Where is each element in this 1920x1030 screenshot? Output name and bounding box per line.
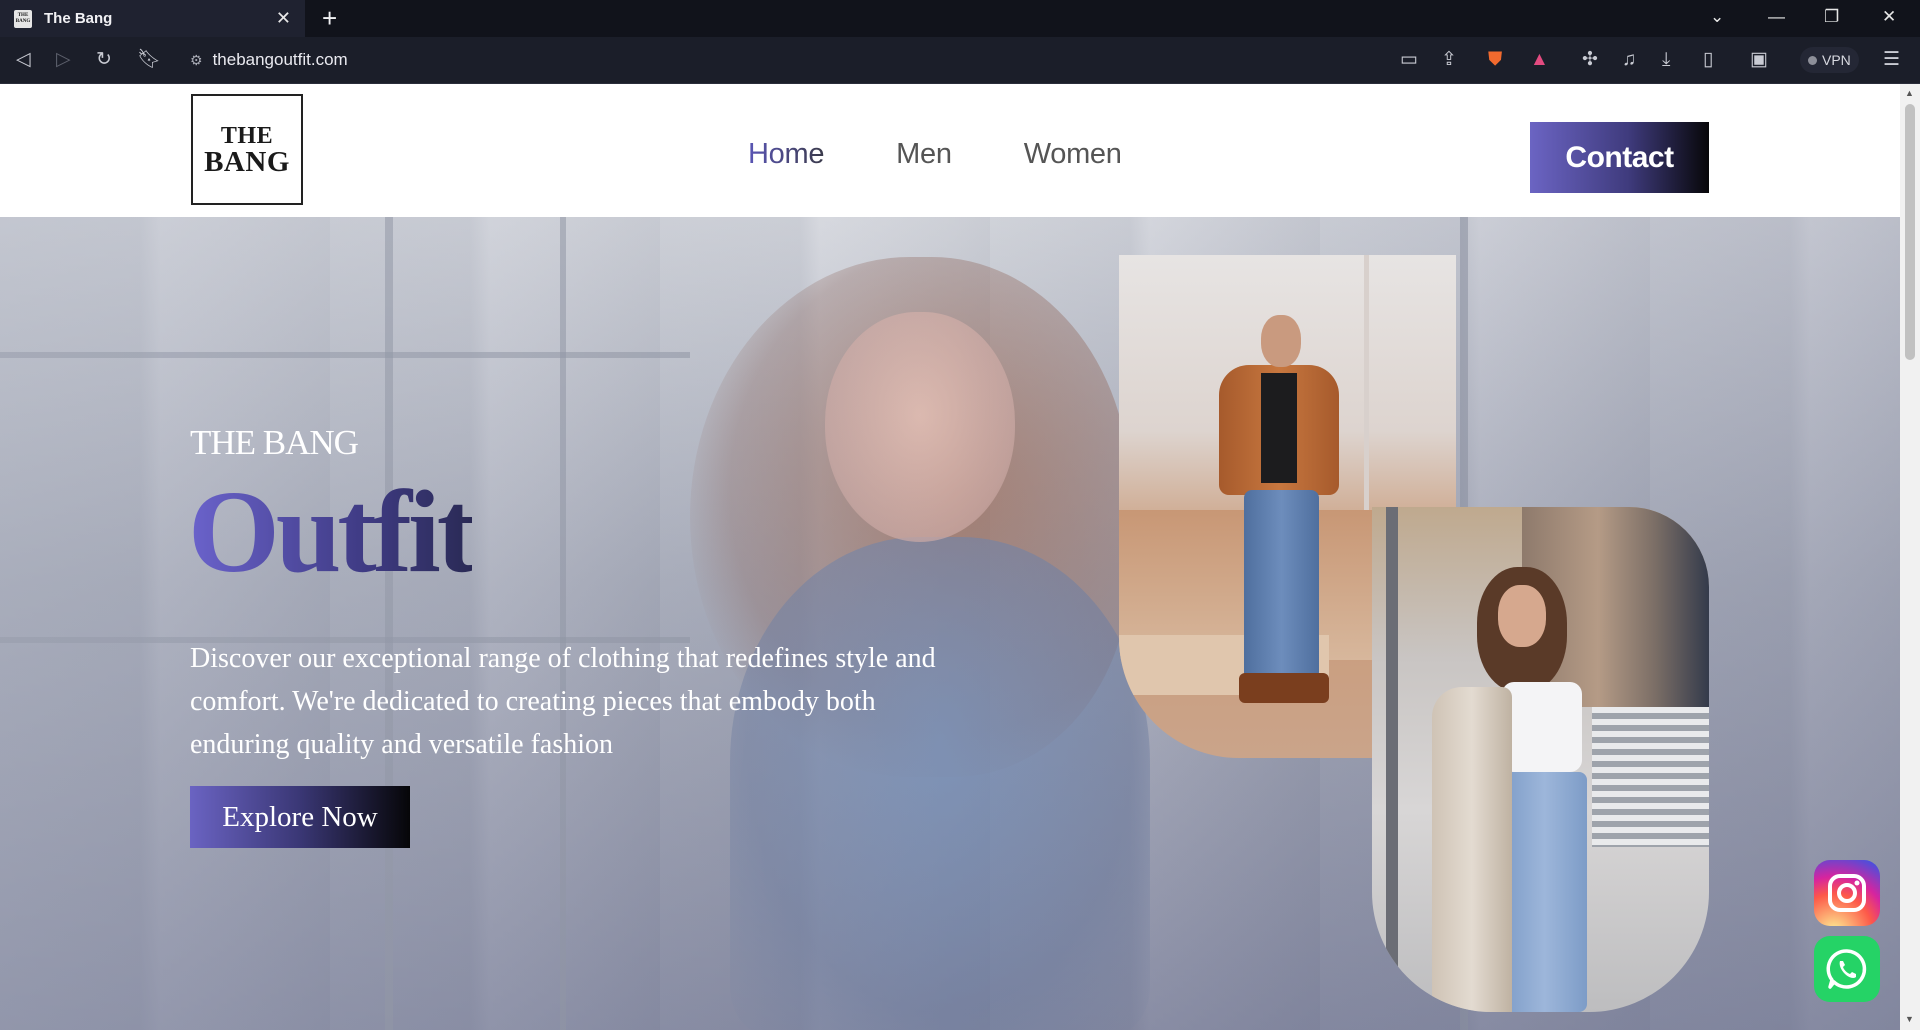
- vpn-label: VPN: [1822, 52, 1851, 68]
- browser-tab[interactable]: THE BANG The Bang ✕: [0, 0, 305, 37]
- site-logo[interactable]: THE BANG: [191, 94, 303, 205]
- logo-line-2: BANG: [204, 145, 290, 178]
- close-window-icon[interactable]: ✕: [1882, 7, 1896, 27]
- hero-description: Discover our exceptional range of clothi…: [190, 643, 936, 760]
- female-model-figure: [1432, 567, 1632, 1012]
- nav-link-men[interactable]: Men: [896, 138, 952, 171]
- cast-icon[interactable]: ▭: [1400, 49, 1418, 71]
- logo-line-1: THE: [220, 122, 274, 149]
- jeans-shape: [1502, 772, 1587, 1012]
- restore-icon[interactable]: ❐: [1824, 7, 1839, 27]
- scrollbar-thumb[interactable]: [1905, 104, 1915, 360]
- sidebar-icon[interactable]: ▯: [1703, 49, 1713, 71]
- share-icon[interactable]: ⇪: [1441, 49, 1457, 71]
- bookmark-icon[interactable]: 🔖︎: [137, 49, 161, 71]
- scroll-down-icon[interactable]: ▼: [1905, 1014, 1914, 1024]
- minimize-icon[interactable]: —: [1768, 7, 1785, 27]
- whatsapp-icon[interactable]: [1814, 936, 1880, 1002]
- site-info-icon[interactable]: ⚙: [190, 52, 203, 69]
- hero-title: Outfit: [188, 466, 476, 597]
- head-shape: [1261, 315, 1301, 367]
- browser-tab-bar: THE BANG The Bang ✕ + ⌄ — ❐ ✕: [0, 0, 1920, 37]
- women-fashion-photo: [1372, 507, 1709, 1012]
- site-header: THE BANG Home Men Women Contact: [0, 84, 1900, 217]
- vpn-button[interactable]: VPN: [1800, 47, 1859, 73]
- tab-title: The Bang: [44, 10, 113, 27]
- trench-coat-shape: [1432, 687, 1512, 1012]
- puzzle-icon[interactable]: ✣: [1582, 49, 1598, 71]
- address-bar[interactable]: ⚙ thebangoutfit.com: [180, 43, 1490, 77]
- photo-pole: [1386, 507, 1398, 1012]
- reload-icon[interactable]: ↻: [96, 49, 112, 71]
- vpn-status-icon: [1808, 55, 1817, 65]
- hero-section: THE BANG Outfit Discover our exceptional…: [0, 217, 1900, 1030]
- main-nav: Home Men Women: [748, 138, 1122, 171]
- page-viewport: THE BANG Home Men Women Contact THE BANG…: [0, 84, 1920, 1030]
- brave-rewards-icon[interactable]: ▲: [1530, 49, 1549, 71]
- page-scrollbar[interactable]: ▲ ▼: [1900, 84, 1920, 1030]
- new-tab-icon[interactable]: +: [322, 3, 337, 34]
- url-text: thebangoutfit.com: [212, 50, 348, 69]
- hamburger-menu-icon[interactable]: ☰: [1883, 49, 1900, 71]
- contact-button[interactable]: Contact: [1530, 122, 1709, 193]
- music-note-icon[interactable]: ♫: [1622, 49, 1636, 71]
- download-icon[interactable]: ⤓: [1662, 49, 1670, 71]
- face-shape: [1498, 585, 1546, 647]
- brave-shield-icon[interactable]: ⛊: [1488, 49, 1502, 71]
- forward-arrow-icon[interactable]: ▷: [56, 49, 71, 71]
- explore-now-button[interactable]: Explore Now: [190, 786, 410, 848]
- hero-kicker: THE BANG: [190, 423, 359, 462]
- scroll-up-icon[interactable]: ▲: [1905, 88, 1914, 98]
- back-arrow-icon[interactable]: ◁: [16, 49, 31, 71]
- nav-link-home[interactable]: Home: [748, 138, 824, 171]
- black-shirt-shape: [1261, 373, 1297, 483]
- wallet-icon[interactable]: ▣: [1750, 49, 1768, 71]
- white-top-shape: [1502, 682, 1582, 772]
- nav-link-women[interactable]: Women: [1024, 138, 1122, 171]
- boots-shape: [1239, 673, 1329, 703]
- tab-list-chevron-icon[interactable]: ⌄: [1710, 7, 1724, 27]
- instagram-icon[interactable]: [1814, 860, 1880, 926]
- jeans-shape: [1244, 490, 1319, 680]
- close-tab-icon[interactable]: ✕: [276, 8, 291, 29]
- site-favicon-icon: THE BANG: [14, 9, 32, 28]
- male-model-figure: [1209, 315, 1349, 725]
- browser-toolbar: ◁ ▷ ↻ 🔖︎ ⚙ thebangoutfit.com ▭ ⇪ ⛊ ▲ ✣ ♫…: [0, 37, 1920, 84]
